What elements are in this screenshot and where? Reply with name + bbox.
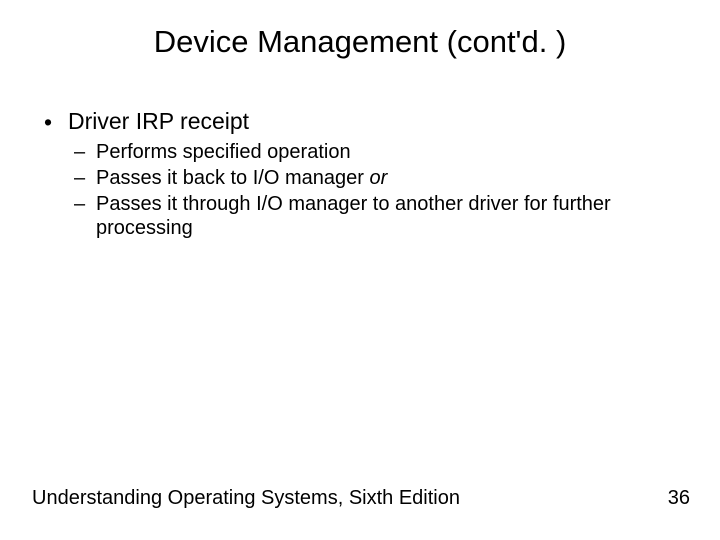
dash-icon: – (74, 192, 85, 216)
bullet-level1: • Driver IRP receipt (40, 108, 680, 134)
page-number: 36 (668, 487, 690, 510)
bullet-level2-text: Passes it back to I/O manager (96, 167, 369, 189)
bullet-level2-text: Performs specified operation (96, 141, 351, 163)
bullet-level2: – Performs specified operation (40, 140, 680, 164)
dash-icon: – (74, 166, 85, 190)
bullet-level2: – Passes it back to I/O manager or (40, 166, 680, 190)
bullet-level1-text: Driver IRP receipt (68, 108, 249, 134)
slide-body: • Driver IRP receipt – Performs specifie… (40, 108, 680, 242)
slide: Device Management (cont'd. ) • Driver IR… (0, 0, 720, 540)
italic-word: or (369, 167, 387, 189)
bullet-level2-text: Passes it through I/O manager to another… (96, 193, 611, 239)
bullet-level2: – Passes it through I/O manager to anoth… (40, 192, 680, 240)
footer-text: Understanding Operating Systems, Sixth E… (32, 487, 460, 510)
dash-icon: – (74, 140, 85, 164)
bullet-dot-icon: • (44, 109, 52, 135)
slide-title: Device Management (cont'd. ) (0, 24, 720, 60)
